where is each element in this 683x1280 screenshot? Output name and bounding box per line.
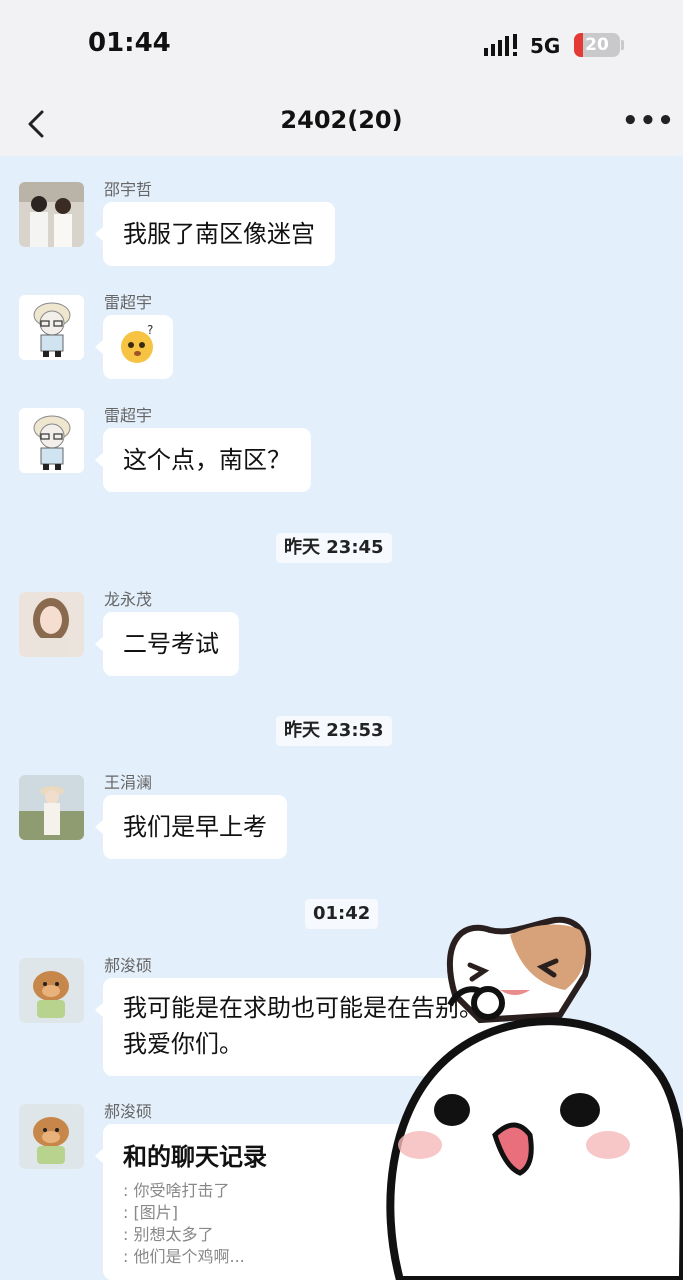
avatar[interactable]: [19, 295, 84, 360]
message-text: 这个点，南区？: [123, 446, 291, 474]
sender-name: 龙永茂: [104, 590, 153, 609]
message-bubble[interactable]: 我们是早上考: [95, 795, 287, 859]
battery-icon: 20: [574, 33, 620, 57]
sender-name: 邵宇哲: [104, 180, 153, 199]
chat-header: 2402(20) •••: [0, 92, 683, 156]
sender-name: 雷超宇: [104, 406, 153, 425]
battery-level: 20: [585, 35, 609, 55]
avatar[interactable]: [19, 958, 84, 1023]
battery-tip: [621, 40, 624, 50]
message-text: 我服了南区像迷宫: [123, 220, 315, 248]
message-bubble[interactable]: 我服了南区像迷宫: [95, 202, 335, 266]
cat-sticker: [386, 916, 683, 1280]
signal-icon: [484, 34, 517, 56]
avatar[interactable]: [19, 592, 84, 657]
avatar[interactable]: [19, 408, 84, 473]
avatar[interactable]: [19, 775, 84, 840]
avatar[interactable]: [19, 182, 84, 247]
message-text: 二号考试: [123, 630, 219, 658]
message-bubble[interactable]: ?: [95, 315, 173, 379]
more-dots-icon[interactable]: •••: [622, 106, 675, 136]
sender-name: 郝浚硕: [104, 1102, 153, 1121]
timestamp: 昨天 23:45: [276, 533, 392, 563]
message-text: 我们是早上考: [123, 813, 267, 841]
avatar[interactable]: [19, 1104, 84, 1169]
timestamp: 01:42: [305, 899, 379, 929]
status-time: 01:44: [88, 28, 171, 58]
sender-name: 雷超宇: [104, 293, 153, 312]
timestamp: 昨天 23:53: [276, 716, 392, 746]
sender-name: 王涓澜: [104, 773, 153, 792]
confused-face-emoji: ?: [121, 323, 153, 363]
sender-name: 郝浚硕: [104, 956, 153, 975]
status-bar: 01:44 5G 20: [0, 0, 683, 92]
chat-title[interactable]: 2402(20): [0, 106, 683, 134]
message-bubble[interactable]: 这个点，南区？: [95, 428, 311, 492]
message-bubble[interactable]: 二号考试: [95, 612, 239, 676]
network-type: 5G: [530, 34, 561, 58]
